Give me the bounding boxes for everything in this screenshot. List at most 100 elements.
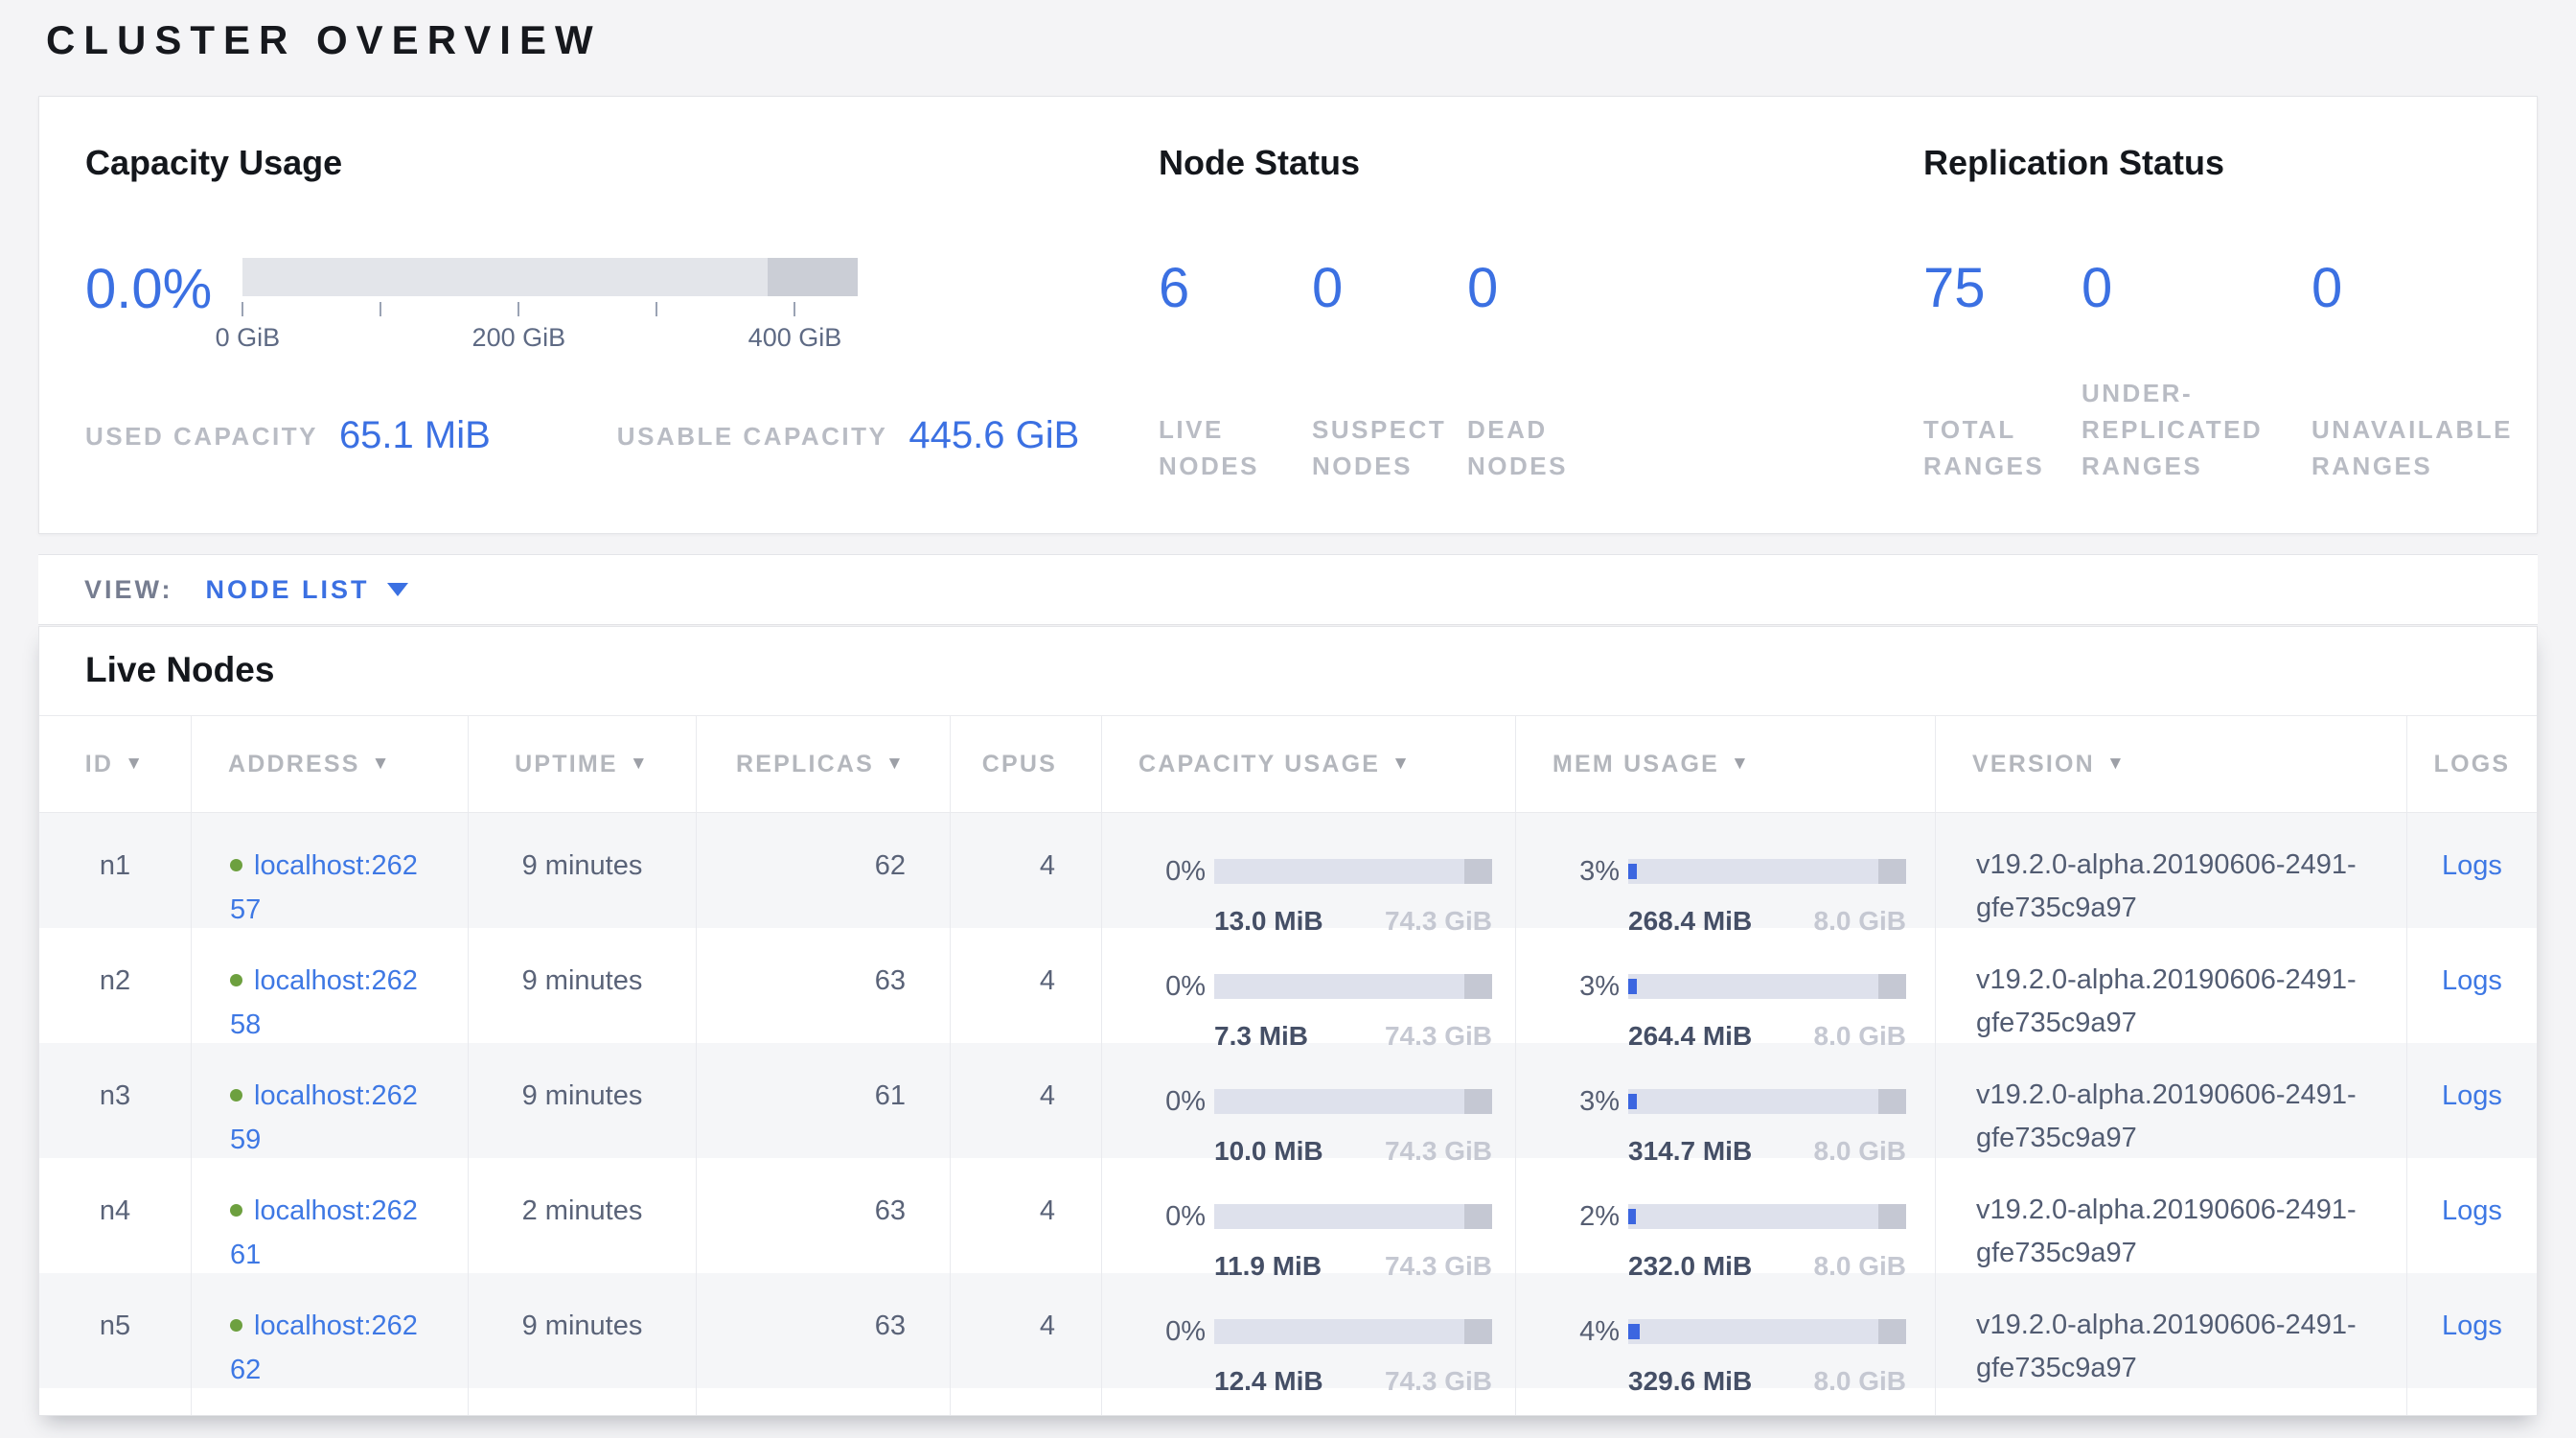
column-header-logs: LOGS bbox=[2406, 716, 2537, 812]
sort-desc-icon: ▼ bbox=[1392, 754, 1412, 775]
live-status-icon bbox=[230, 1319, 242, 1332]
axis-label: 400 GiB bbox=[748, 323, 842, 353]
capacity-usage-cell: 0% 13.0 MiB74.3 GiB bbox=[1101, 813, 1515, 943]
capacity-usage-bar bbox=[1214, 859, 1492, 884]
node-status-section: Node Status 6 LIVE NODES 0 SUSPECT NODES… bbox=[1159, 143, 1649, 484]
live-nodes-panel: Live Nodes ID▼ ADDRESS▼ UPTIME▼ REPLICAS… bbox=[38, 626, 2538, 1416]
mem-usage-bar bbox=[1628, 1089, 1906, 1114]
view-dropdown[interactable]: NODE LIST bbox=[206, 575, 408, 605]
node-address: localhost:26259 bbox=[191, 1043, 468, 1173]
chevron-down-icon bbox=[387, 583, 408, 596]
suspect-nodes-stat: 0 SUSPECT NODES bbox=[1312, 183, 1467, 484]
used-capacity-value: 65.1 MiB bbox=[339, 414, 491, 457]
axis-label: 0 GiB bbox=[216, 323, 281, 353]
address-link[interactable]: localhost:26262 bbox=[230, 1310, 418, 1385]
logs-link[interactable]: Logs bbox=[2442, 1195, 2502, 1226]
capacity-usage-cell: 0% 11.9 MiB74.3 GiB bbox=[1101, 1158, 1515, 1288]
node-address: localhost:26262 bbox=[191, 1273, 468, 1403]
logs-link[interactable]: Logs bbox=[2442, 965, 2502, 996]
address-link[interactable]: localhost:26257 bbox=[230, 850, 418, 925]
node-uptime: 9 minutes bbox=[468, 1043, 696, 1173]
column-header-capacity-usage[interactable]: CAPACITY USAGE▼ bbox=[1101, 716, 1515, 812]
node-id: n1 bbox=[39, 813, 191, 943]
capacity-usage-bar bbox=[1214, 1204, 1492, 1229]
axis-label: 200 GiB bbox=[472, 323, 566, 353]
capacity-usage-title: Capacity Usage bbox=[85, 143, 1111, 183]
live-status-icon bbox=[230, 1089, 242, 1102]
node-cpus: 4 bbox=[950, 813, 1101, 943]
node-id: n2 bbox=[39, 928, 191, 1058]
node-id: n4 bbox=[39, 1158, 191, 1288]
usable-capacity-label: USABLE CAPACITY bbox=[617, 418, 888, 454]
column-header-mem-usage[interactable]: MEM USAGE▼ bbox=[1515, 716, 1935, 812]
node-id: n5 bbox=[39, 1273, 191, 1403]
sort-desc-icon: ▼ bbox=[372, 754, 392, 775]
node-replicas: 63 bbox=[696, 928, 950, 1058]
live-nodes-title: Live Nodes bbox=[85, 650, 2537, 690]
node-replicas: 63 bbox=[696, 1273, 950, 1403]
table-header-row: ID▼ ADDRESS▼ UPTIME▼ REPLICAS▼ CPUS CAPA… bbox=[39, 715, 2537, 813]
sort-desc-icon: ▼ bbox=[630, 754, 650, 775]
column-header-uptime[interactable]: UPTIME▼ bbox=[468, 716, 696, 812]
mem-usage-cell: 4% 329.6 MiB8.0 GiB bbox=[1515, 1273, 1935, 1403]
mem-usage-cell: 3% 314.7 MiB8.0 GiB bbox=[1515, 1043, 1935, 1173]
capacity-bar: 0 GiB 200 GiB 400 GiB bbox=[242, 258, 858, 356]
column-header-address[interactable]: ADDRESS▼ bbox=[191, 716, 468, 812]
under-replicated-ranges-stat: 0 UNDER-REPLICATED RANGES bbox=[2082, 183, 2312, 484]
node-address: localhost:26257 bbox=[191, 813, 468, 943]
capacity-usage-bar bbox=[1214, 1319, 1492, 1344]
capacity-usage-bar bbox=[1214, 974, 1492, 999]
mem-usage-cell: 3% 268.4 MiB8.0 GiB bbox=[1515, 813, 1935, 943]
node-address: localhost:26261 bbox=[191, 1158, 468, 1288]
column-header-cpus: CPUS bbox=[950, 716, 1101, 812]
address-link[interactable]: localhost:26258 bbox=[230, 965, 418, 1040]
node-cpus: 4 bbox=[950, 928, 1101, 1058]
used-capacity-stat: USED CAPACITY 65.1 MiB bbox=[85, 411, 491, 454]
view-selector-bar: VIEW: NODE LIST bbox=[38, 554, 2538, 625]
node-version: v19.2.0-alpha.20190606-2491-gfe735c9a97 bbox=[1935, 1043, 2406, 1173]
logs-link[interactable]: Logs bbox=[2442, 850, 2502, 881]
sort-desc-icon: ▼ bbox=[886, 754, 906, 775]
column-header-version[interactable]: VERSION▼ bbox=[1935, 716, 2406, 812]
node-version: v19.2.0-alpha.20190606-2491-gfe735c9a97 bbox=[1935, 1158, 2406, 1288]
node-uptime: 2 minutes bbox=[468, 1158, 696, 1288]
logs-link[interactable]: Logs bbox=[2442, 1080, 2502, 1111]
table-row: n3 localhost:26259 9 minutes 61 4 0% 10.… bbox=[39, 1043, 2537, 1158]
usable-capacity-value: 445.6 GiB bbox=[908, 414, 1079, 457]
node-id: n3 bbox=[39, 1043, 191, 1173]
table-row-partial bbox=[39, 1388, 2537, 1416]
view-label: VIEW: bbox=[84, 575, 173, 605]
node-version: v19.2.0-alpha.20190606-2491-gfe735c9a97 bbox=[1935, 813, 2406, 943]
sort-desc-icon: ▼ bbox=[2106, 754, 2127, 775]
page-title: CLUSTER OVERVIEW bbox=[46, 17, 602, 63]
column-header-replicas[interactable]: REPLICAS▼ bbox=[696, 716, 950, 812]
mem-usage-cell: 3% 264.4 MiB8.0 GiB bbox=[1515, 928, 1935, 1058]
node-uptime: 9 minutes bbox=[468, 1273, 696, 1403]
column-header-id[interactable]: ID▼ bbox=[39, 716, 191, 812]
summary-card: Capacity Usage 0.0% 0 GiB 200 GiB 400 Gi… bbox=[38, 96, 2538, 534]
node-replicas: 62 bbox=[696, 813, 950, 943]
sort-desc-icon: ▼ bbox=[1731, 754, 1751, 775]
view-dropdown-value: NODE LIST bbox=[206, 575, 370, 605]
node-cpus: 4 bbox=[950, 1158, 1101, 1288]
node-replicas: 63 bbox=[696, 1158, 950, 1288]
table-row: n2 localhost:26258 9 minutes 63 4 0% 7.3… bbox=[39, 928, 2537, 1043]
total-ranges-stat: 75 TOTAL RANGES bbox=[1923, 183, 2082, 484]
live-status-icon bbox=[230, 974, 242, 986]
capacity-axis-ticks bbox=[242, 302, 858, 323]
node-cpus: 4 bbox=[950, 1043, 1101, 1173]
address-link[interactable]: localhost:26261 bbox=[230, 1195, 418, 1270]
capacity-bar-reserved-segment bbox=[768, 258, 858, 296]
node-uptime: 9 minutes bbox=[468, 813, 696, 943]
replication-status-section: Replication Status 75 TOTAL RANGES 0 UND… bbox=[1923, 143, 2542, 484]
logs-link[interactable]: Logs bbox=[2442, 1310, 2502, 1341]
mem-usage-bar bbox=[1628, 859, 1906, 884]
address-link[interactable]: localhost:26259 bbox=[230, 1080, 418, 1155]
replication-status-title: Replication Status bbox=[1923, 143, 2542, 183]
capacity-usage-section: Capacity Usage 0.0% 0 GiB 200 GiB 400 Gi… bbox=[85, 143, 1111, 454]
usable-capacity-stat: USABLE CAPACITY 445.6 GiB bbox=[617, 411, 1079, 454]
node-cpus: 4 bbox=[950, 1273, 1101, 1403]
node-version: v19.2.0-alpha.20190606-2491-gfe735c9a97 bbox=[1935, 928, 2406, 1058]
unavailable-ranges-stat: 0 UNAVAILABLE RANGES bbox=[2312, 183, 2542, 484]
mem-usage-bar bbox=[1628, 974, 1906, 999]
